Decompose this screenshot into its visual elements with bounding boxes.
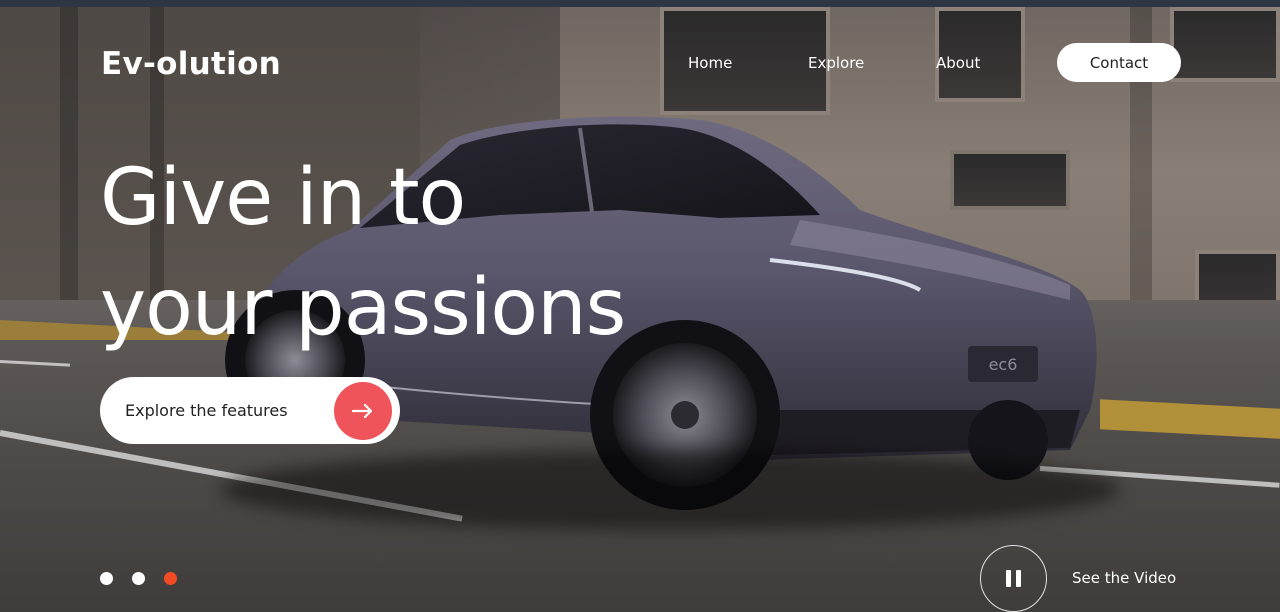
pause-icon — [1004, 570, 1024, 587]
explore-features-button[interactable]: Explore the features — [100, 377, 400, 444]
headline-line-2: your passions — [100, 263, 626, 353]
pause-video-button[interactable] — [980, 545, 1047, 612]
top-bar — [0, 0, 1280, 7]
nav-explore[interactable]: Explore — [808, 54, 864, 72]
pillar — [60, 7, 78, 307]
nav-home[interactable]: Home — [688, 54, 732, 72]
nav-about[interactable]: About — [936, 54, 980, 72]
explore-features-label: Explore the features — [125, 401, 288, 420]
arrow-right-icon[interactable] — [334, 382, 392, 440]
carousel-dot-3[interactable] — [164, 572, 177, 585]
carousel-dot-1[interactable] — [100, 572, 113, 585]
contact-button[interactable]: Contact — [1057, 43, 1181, 82]
brand-logo[interactable]: Ev-olution — [101, 46, 281, 82]
carousel-dots — [100, 572, 177, 585]
hero-headline: Give in to your passions — [100, 143, 800, 363]
hero-section: ec6 Ev-olution Home Explore About Contac… — [0, 0, 1280, 612]
carousel-dot-2[interactable] — [132, 572, 145, 585]
headline-line-1: Give in to — [100, 153, 466, 243]
car-shadow — [220, 450, 1120, 530]
building-window — [660, 7, 830, 115]
see-video-link[interactable]: See the Video — [1072, 569, 1176, 587]
building-window — [1170, 7, 1280, 82]
svg-text:ec6: ec6 — [989, 355, 1018, 374]
